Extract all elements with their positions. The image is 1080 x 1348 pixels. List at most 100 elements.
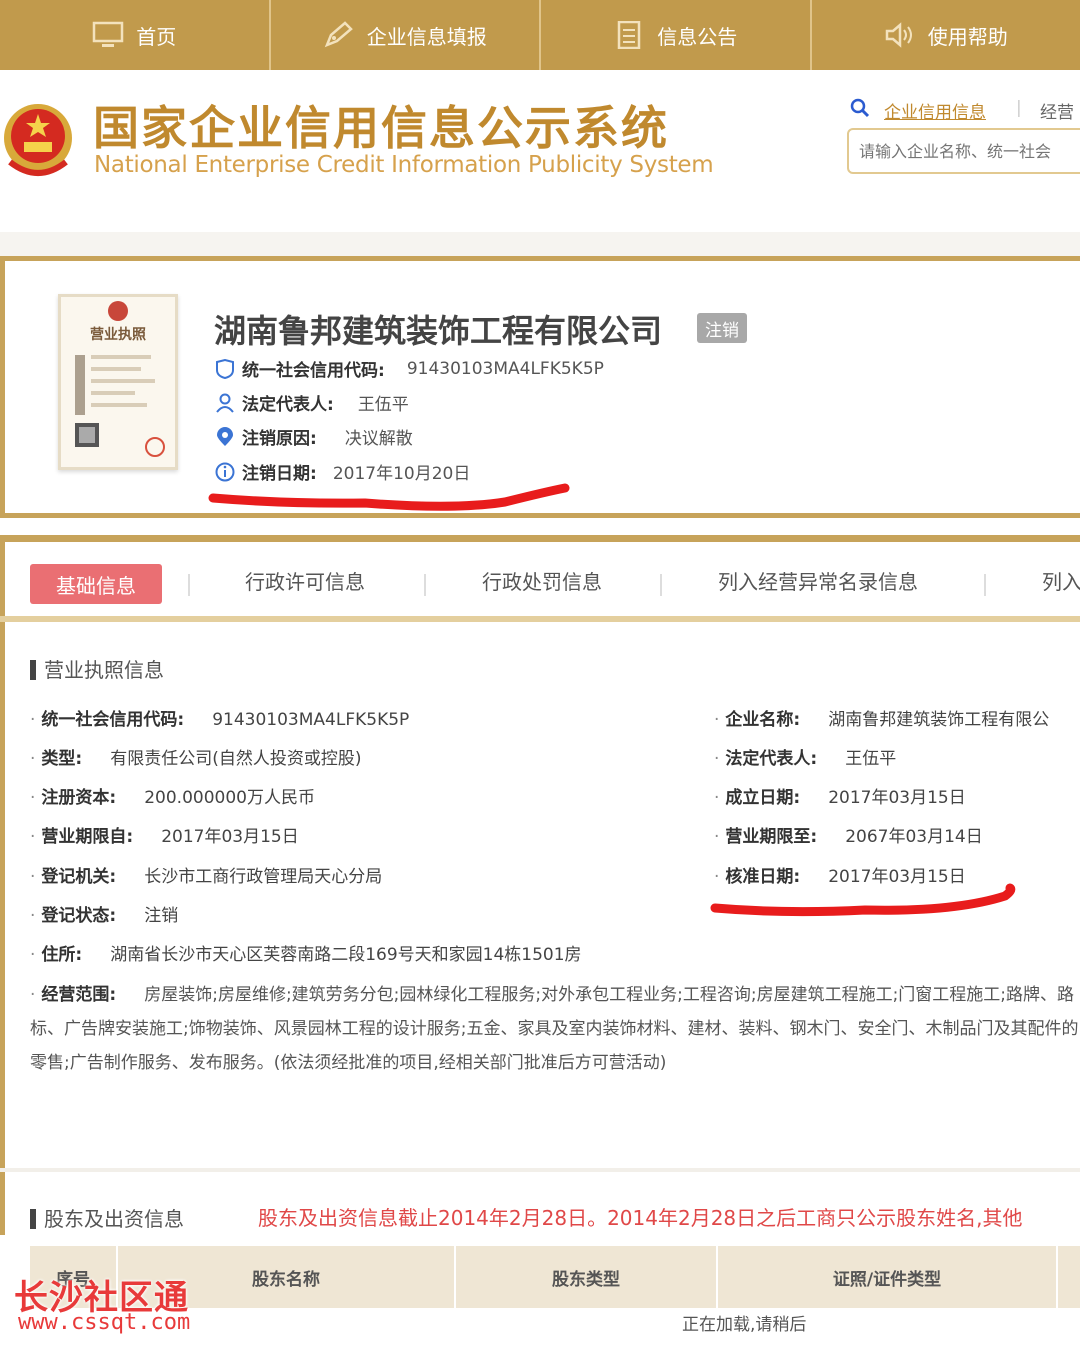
field-label: 统一社会信用代码:: [41, 710, 185, 730]
tab-separator: [660, 574, 662, 596]
legal-rep-row: 法定代表人: 王伍平: [214, 390, 409, 415]
license-field: · 企业名称: 湖南鲁邦建筑装饰工程有限公: [714, 710, 1050, 730]
tab-admin-penalty[interactable]: 行政处罚信息: [482, 566, 602, 595]
column-header: 证照/证件类型: [718, 1246, 1058, 1308]
column-header: 股东类型: [456, 1246, 718, 1308]
field-value: 决议解散: [344, 429, 413, 449]
company-name: 湖南鲁邦建筑装饰工程有限公司: [214, 312, 663, 350]
field-label: 营业期限至:: [725, 827, 818, 847]
tab-admin-license[interactable]: 行政许可信息: [245, 566, 365, 595]
business-scope: · 经营范围: 房屋装饰;房屋维修;建筑劳务分包;园林绿化工程服务;对外承包工程业务…: [30, 985, 1079, 1073]
nav-item-home[interactable]: 首页: [0, 0, 271, 70]
field-value: 2017年10月20日: [332, 464, 471, 484]
tab-bar-border: [0, 616, 1080, 622]
field-value: 91430103MA4LFK5K5P: [212, 710, 410, 730]
field-label: 核准日期:: [725, 867, 801, 887]
tab-abnormal-list[interactable]: 列入经营异常名录信息: [718, 566, 918, 595]
nav-label: 首页: [136, 24, 177, 49]
field-value: 2067年03月14日: [845, 827, 983, 847]
loading-text: 正在加载,请稍后: [682, 1315, 807, 1335]
credit-info-link[interactable]: 企业信用信息: [884, 98, 986, 123]
tab-separator: [188, 574, 190, 596]
shield-icon: [216, 358, 234, 379]
search-input[interactable]: [847, 128, 1080, 174]
site-subtitle: National Enterprise Credit Information P…: [94, 152, 714, 178]
nav-label: 企业信息填报: [366, 24, 487, 49]
field-value: 王伍平: [357, 395, 409, 415]
field-value: 王伍平: [845, 749, 897, 769]
license-section-title: 营业执照信息: [30, 654, 164, 683]
field-label: 企业名称:: [725, 710, 801, 730]
site-title: 国家企业信用信息公示系统: [93, 101, 669, 155]
pen-icon: [324, 21, 353, 48]
speaker-icon: [885, 22, 912, 48]
field-value: 91430103MA4LFK5K5P: [406, 358, 604, 379]
shareholder-section-title: 股东及出资信息: [30, 1203, 184, 1232]
search-icon[interactable]: [850, 98, 870, 118]
license-field: · 住所: 湖南省长沙市天心区芙蓉南路二段169号天和家园14栋1501房: [30, 945, 582, 965]
cancel-reason-row: 注销原因: 决议解散: [214, 424, 413, 449]
field-value: 湖南省长沙市天心区芙蓉南路二段169号天和家园14栋1501房: [110, 945, 582, 965]
license-field: · 登记机关: 长沙市工商行政管理局天心分局: [30, 867, 383, 887]
field-label: 注销日期:: [242, 464, 317, 484]
field-value: 房屋装饰;房屋维修;建筑劳务分包;园林绿化工程服务;对外承包工程业务;工程咨询;…: [30, 985, 1079, 1073]
field-value: 长沙市工商行政管理局天心分局: [144, 867, 383, 887]
field-label: 登记状态:: [41, 906, 117, 926]
field-label: 法定代表人:: [725, 749, 818, 769]
top-nav: 首页 企业信息填报 信息公告 使用帮助: [0, 0, 1080, 70]
tab-more[interactable]: 列入: [1042, 566, 1080, 595]
nav-label: 信息公告: [657, 24, 738, 49]
license-field: · 统一社会信用代码: 91430103MA4LFK5K5P: [30, 710, 410, 730]
person-icon: [216, 393, 234, 413]
license-field: · 核准日期: 2017年03月15日: [714, 867, 966, 887]
nav-item-enterprise-report[interactable]: 企业信息填报: [271, 0, 541, 70]
field-value: 2017年03月15日: [161, 827, 299, 847]
field-label: 注册资本:: [41, 788, 117, 808]
field-label: 成立日期:: [725, 788, 801, 808]
license-drawing: 营业执照: [75, 301, 165, 457]
nav-item-help[interactable]: 使用帮助: [812, 0, 1080, 70]
field-value: 注销: [144, 906, 179, 926]
license-field: · 登记状态: 注销: [30, 906, 179, 926]
status-badge: 注销: [697, 313, 747, 343]
field-label: 经营范围:: [41, 985, 117, 1005]
field-label: 住所:: [41, 945, 83, 965]
monitor-icon: [93, 21, 124, 47]
section-divider: [0, 1168, 1080, 1172]
nav-label: 使用帮助: [927, 24, 1008, 49]
license-field: · 注册资本: 200.000000万人民币: [30, 788, 315, 808]
cancel-date-row: 注销日期: 2017年10月20日: [214, 459, 470, 484]
field-value: 有限责任公司(自然人投资或控股): [110, 749, 362, 769]
business-license-image: 营业执照: [58, 294, 178, 470]
header-band: [0, 232, 1080, 256]
tab-separator: [424, 574, 426, 596]
field-value: 湖南鲁邦建筑装饰工程有限公: [828, 710, 1050, 730]
link-separator: |: [1016, 98, 1022, 118]
field-label: 营业期限自:: [41, 827, 134, 847]
license-field: · 类型: 有限责任公司(自然人投资或控股): [30, 749, 362, 769]
license-title: 营业执照: [90, 326, 146, 343]
business-link[interactable]: 经营: [1040, 98, 1074, 123]
national-emblem-icon: [4, 104, 72, 176]
watermark-url: www.cssqt.com: [18, 1310, 191, 1335]
field-value: 200.000000万人民币: [144, 788, 315, 808]
field-label: 类型:: [41, 749, 83, 769]
field-value: 2017年03月15日: [828, 867, 966, 887]
field-label: 统一社会信用代码:: [242, 361, 385, 381]
tab-separator: [984, 574, 986, 596]
location-icon: [217, 426, 233, 446]
license-field: · 成立日期: 2017年03月15日: [714, 788, 966, 808]
license-field: · 营业期限至: 2067年03月14日: [714, 827, 983, 847]
field-label: 注销原因:: [242, 429, 317, 449]
tab-basic-info[interactable]: 基础信息: [30, 564, 162, 604]
credit-code-row: 统一社会信用代码: 91430103MA4LFK5K5P: [214, 356, 604, 381]
info-icon: [215, 462, 235, 481]
shareholder-notice: 股东及出资信息截止2014年2月28日。2014年2月28日之后工商只公示股东姓…: [258, 1206, 1023, 1230]
license-field: · 营业期限自: 2017年03月15日: [30, 827, 299, 847]
license-field: · 法定代表人: 王伍平: [714, 749, 897, 769]
field-value: 2017年03月15日: [828, 788, 966, 808]
nav-item-announcements[interactable]: 信息公告: [541, 0, 812, 70]
document-icon: [618, 21, 641, 49]
field-label: 法定代表人:: [242, 395, 334, 415]
field-label: 登记机关:: [41, 867, 117, 887]
